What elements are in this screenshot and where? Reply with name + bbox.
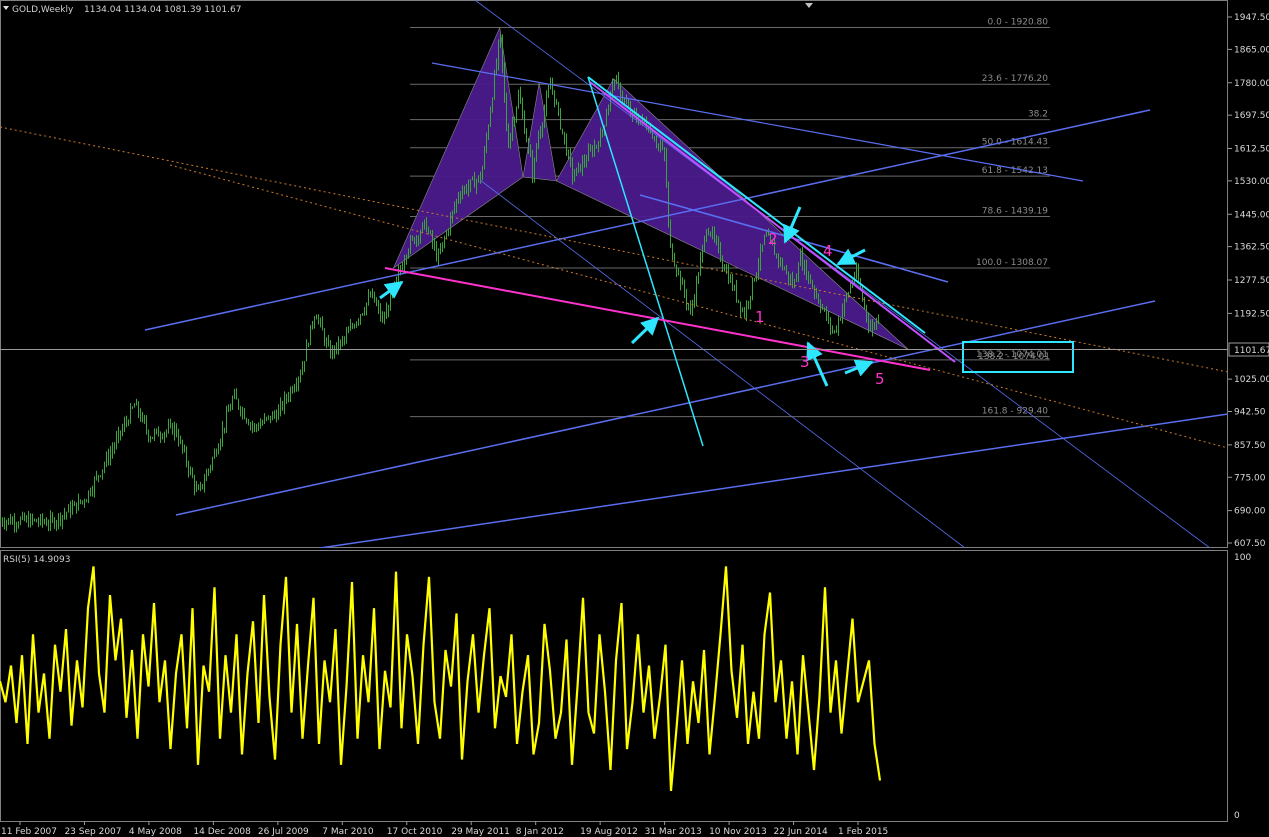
fib-level-label: 23.6 - 1776.20 bbox=[982, 74, 1048, 84]
fib-level-label: 38.2 bbox=[1028, 110, 1048, 120]
dropdown-triangle-icon[interactable] bbox=[3, 6, 9, 10]
ohlc-readout: 1134.04 1134.04 1081.39 1101.67 bbox=[84, 5, 241, 15]
wave-label: 3 bbox=[800, 353, 810, 371]
rsi-title: RSI(5) 14.9093 bbox=[3, 555, 70, 565]
price-tick-label: 775.00 bbox=[1234, 473, 1266, 483]
date-tick-label: 14 Dec 2008 bbox=[193, 827, 251, 837]
rsi-line bbox=[0, 566, 882, 791]
trendline[interactable] bbox=[319, 413, 1228, 548]
current-price-label: 1101.67 bbox=[1234, 346, 1269, 356]
fib-level-label: 161.8 - 929.40 bbox=[982, 407, 1048, 417]
price-tick-label: 857.50 bbox=[1234, 441, 1266, 451]
price-tick-label: 690.00 bbox=[1234, 507, 1266, 517]
rsi-axis-bottom: 0 bbox=[1234, 811, 1240, 821]
date-tick-label: 11 Feb 2007 bbox=[1, 827, 57, 837]
date-tick-label: 26 Jul 2009 bbox=[258, 827, 309, 837]
wave-label: 2 bbox=[768, 230, 778, 248]
pattern-triangle bbox=[522, 82, 557, 182]
price-axis: 1947.50 1865.00 1780.00 1697.50 1612.50 1530.… bbox=[1228, 13, 1269, 549]
price-tick-label: 1612.50 bbox=[1234, 145, 1269, 155]
price-tick-label: 1445.00 bbox=[1234, 210, 1269, 220]
price-tick-label: 1362.50 bbox=[1234, 243, 1269, 253]
fib-level-label: 100.0 - 1308.07 bbox=[976, 258, 1048, 268]
price-tick-label: 1947.50 bbox=[1234, 13, 1269, 23]
price-tick-label: 1530.00 bbox=[1234, 177, 1269, 187]
date-tick-label: 10 Nov 2013 bbox=[709, 827, 767, 837]
date-tick-label: 4 May 2008 bbox=[129, 827, 182, 837]
date-tick-label: 29 May 2011 bbox=[451, 827, 510, 837]
price-tick-label: 1865.00 bbox=[1234, 45, 1269, 55]
date-axis: 11 Feb 2007 23 Sep 2007 4 May 2008 14 Dec 2… bbox=[1, 821, 888, 837]
date-tick-label: 19 Aug 2012 bbox=[580, 827, 638, 837]
price-tick-label: 607.50 bbox=[1234, 539, 1266, 549]
price-tick-label: 1277.50 bbox=[1234, 276, 1269, 286]
date-tick-label: 23 Sep 2007 bbox=[64, 827, 121, 837]
price-tick-label: 942.50 bbox=[1234, 408, 1266, 418]
fib-level-label: 61.8 - 1542.13 bbox=[982, 166, 1048, 176]
wave-label: 1 bbox=[755, 308, 765, 326]
fib-level-label: 0.0 - 1920.80 bbox=[988, 17, 1049, 27]
trendline[interactable] bbox=[474, 0, 1211, 548]
date-tick-label: 22 Jun 2014 bbox=[774, 827, 828, 837]
date-tick-label: 17 Oct 2010 bbox=[387, 827, 443, 837]
wave-label: 4 bbox=[823, 242, 833, 260]
date-tick-label: 1 Feb 2015 bbox=[838, 827, 888, 837]
symbol-title: GOLD,Weekly bbox=[12, 5, 74, 15]
price-tick-label: 1780.00 bbox=[1234, 79, 1269, 89]
date-tick-label: 31 Mar 2013 bbox=[645, 827, 702, 837]
fib-level-label: 78.6 - 1439.19 bbox=[982, 207, 1048, 217]
price-tick-label: 1192.50 bbox=[1234, 309, 1269, 319]
date-tick-label: 8 Jan 2012 bbox=[516, 827, 564, 837]
price-tick-label: 1025.00 bbox=[1234, 375, 1269, 385]
date-tick-label: 7 Mar 2010 bbox=[322, 827, 374, 837]
rsi-axis-top: 100 bbox=[1234, 553, 1251, 563]
target-zone-label: 138.2 - 1074.01 bbox=[978, 352, 1050, 362]
chart-window[interactable]: 0.0 - 1920.8023.6 - 1776.2038.250.0 - 16… bbox=[0, 0, 1269, 837]
wave-label: 5 bbox=[875, 370, 885, 388]
price-tick-label: 1697.50 bbox=[1234, 111, 1269, 121]
scroll-marker-icon[interactable] bbox=[805, 3, 813, 8]
cyan-arrow-icon bbox=[630, 316, 660, 345]
